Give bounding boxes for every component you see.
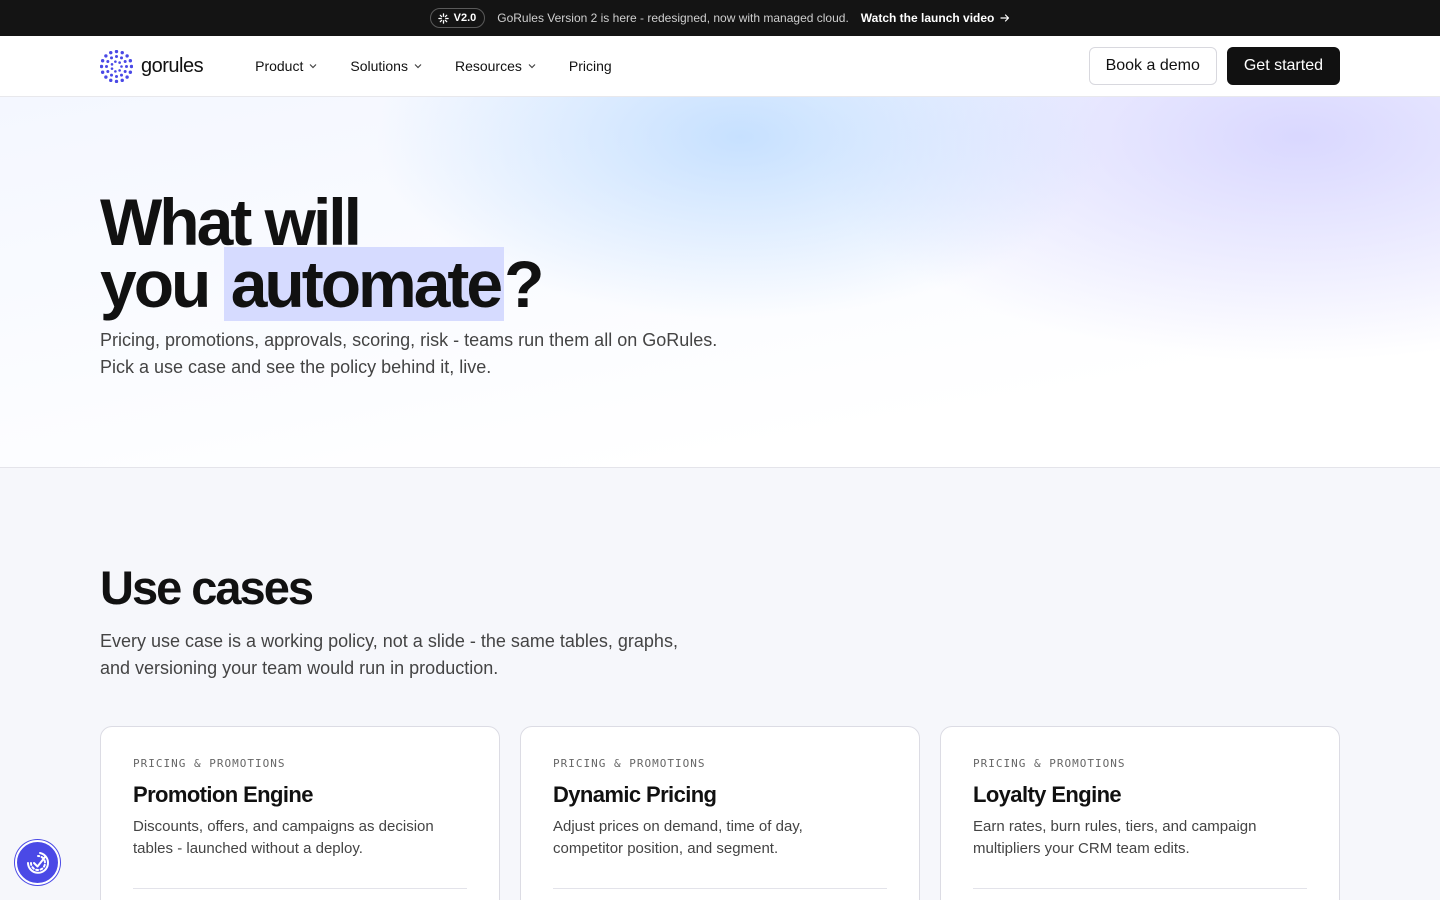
card-description-line1: Earn rates, burn rules, tiers, and campa… xyxy=(973,818,1257,835)
launch-video-link[interactable]: Watch the launch video xyxy=(861,11,1011,25)
logo-dot xyxy=(120,78,124,82)
logo[interactable]: gorules xyxy=(100,49,204,83)
logo-dot xyxy=(125,74,129,79)
logo-dot xyxy=(100,58,105,62)
logo-dot xyxy=(100,64,104,68)
use-case-card-promotion-engine[interactable]: PRICING & PROMOTIONS Promotion Engine Di… xyxy=(100,726,500,900)
chevron-down-icon xyxy=(528,64,536,69)
logo-dot xyxy=(120,55,123,59)
logo-dot xyxy=(123,69,127,73)
top-nav: gorules Product Solutions Resources Pric… xyxy=(0,36,1440,97)
use-cases-subtitle-line2: and versioning your team would run in pr… xyxy=(100,658,499,678)
logo-dot xyxy=(110,55,113,59)
card-description: Adjust prices on demand, time of day, co… xyxy=(553,816,887,860)
logo-dot xyxy=(106,69,110,73)
arrow-right-icon xyxy=(1000,14,1010,22)
logo-dot xyxy=(120,50,124,54)
logo-dot xyxy=(114,79,119,83)
logo-dot xyxy=(128,70,133,74)
logo-dot xyxy=(109,78,113,82)
logo-text: gorules xyxy=(141,54,204,77)
use-cases-subtitle: Every use case is a working policy, not … xyxy=(100,628,720,682)
use-cases-section: Use cases Every use case is a working po… xyxy=(0,468,1440,900)
card-divider xyxy=(553,888,887,889)
logo-dot xyxy=(110,73,113,77)
logo-dot xyxy=(104,74,108,79)
card-category: PRICING & PROMOTIONS xyxy=(973,757,1126,770)
logo-dot xyxy=(106,59,110,63)
logo-dot xyxy=(100,70,105,74)
logo-dot xyxy=(104,53,108,58)
hero-subtitle-line1: Pricing, promotions, approvals, scoring,… xyxy=(100,330,718,350)
logo-dot xyxy=(114,49,119,53)
card-title: Promotion Engine xyxy=(133,782,313,807)
logo-dot xyxy=(110,66,114,70)
accessibility-button[interactable] xyxy=(15,840,60,885)
card-description-line2: competitor position, and segment. xyxy=(553,840,779,857)
sparkle-icon xyxy=(437,12,449,24)
card-title: Loyalty Engine xyxy=(973,782,1122,807)
logo-dot xyxy=(105,64,108,68)
chevron-down-icon xyxy=(414,64,422,69)
accessibility-icon xyxy=(26,851,49,874)
use-case-card-loyalty-engine[interactable]: PRICING & PROMOTIONS Loyalty Engine Earn… xyxy=(940,726,1340,900)
chevron-down-icon xyxy=(309,64,317,69)
book-demo-button[interactable]: Book a demo xyxy=(1088,47,1217,85)
card-description-line1: Adjust prices on demand, time of day, xyxy=(553,818,803,835)
card-description-line2: multipliers your CRM team edits. xyxy=(973,840,1190,857)
hero-title-highlight: automate xyxy=(223,247,505,321)
card-description: Discounts, offers, and campaigns as deci… xyxy=(133,816,467,860)
launch-video-label: Watch the launch video xyxy=(860,11,995,25)
logo-dot xyxy=(110,62,114,66)
logo-dot xyxy=(118,60,121,64)
get-started-button[interactable]: Get started xyxy=(1226,47,1340,85)
hero-section: What will you automate? Pricing, promoti… xyxy=(0,97,1440,468)
hero-title-pre: you xyxy=(100,247,224,321)
logo-dot xyxy=(125,53,129,58)
use-cases-subtitle-line1: Every use case is a working policy, not … xyxy=(100,631,678,651)
card-category: PRICING & PROMOTIONS xyxy=(133,757,286,770)
nav-resources[interactable]: Resources xyxy=(455,58,553,74)
card-category: PRICING & PROMOTIONS xyxy=(553,757,706,770)
card-description: Earn rates, burn rules, tiers, and campa… xyxy=(973,816,1307,860)
version-badge-label: V2.0 xyxy=(453,12,477,24)
logo-dot xyxy=(115,74,118,78)
nav-product[interactable]: Product xyxy=(255,58,334,74)
announcement-bar: V2.0 GoRules Version 2 is here - redesig… xyxy=(0,0,1440,36)
hero-title-post: ? xyxy=(504,247,544,321)
hero-subtitle: Pricing, promotions, approvals, scoring,… xyxy=(100,327,740,381)
nav-actions: Book a demo Get started xyxy=(1088,47,1340,85)
logo-dot xyxy=(114,59,117,63)
use-case-cards: PRICING & PROMOTIONS Promotion Engine Di… xyxy=(100,726,1340,900)
use-case-card-dynamic-pricing[interactable]: PRICING & PROMOTIONS Dynamic Pricing Adj… xyxy=(520,726,920,900)
logo-dot xyxy=(128,58,133,62)
nav-resources-label: Resources xyxy=(454,58,522,74)
card-divider xyxy=(133,888,467,889)
logo-dot xyxy=(115,54,118,58)
logo-dot xyxy=(120,64,123,68)
nav-pricing[interactable]: Pricing xyxy=(569,58,628,74)
announcement-message: GoRules Version 2 is here - redesigned, … xyxy=(497,11,849,25)
nav-product-label: Product xyxy=(255,58,304,74)
hero-subtitle-line2: Pick a use case and see the policy behin… xyxy=(100,357,492,377)
card-title: Dynamic Pricing xyxy=(553,782,717,807)
hero-title: What will you automate? xyxy=(100,189,740,321)
main-menu: Product Solutions Resources Pricing xyxy=(255,58,644,74)
card-divider xyxy=(973,888,1307,889)
card-description-line2: tables - launched without a deploy. xyxy=(133,840,363,857)
use-cases-title: Use cases xyxy=(100,561,314,614)
logo-dot xyxy=(114,69,117,73)
gorules-logo-icon xyxy=(100,49,133,83)
logo-dot xyxy=(109,50,113,54)
logo-dot xyxy=(125,64,128,68)
hero-content: What will you automate? Pricing, promoti… xyxy=(100,189,740,381)
logo-dot xyxy=(118,68,121,72)
nav-solutions[interactable]: Solutions xyxy=(350,58,439,74)
logo-dot xyxy=(120,73,123,77)
version-badge: V2.0 xyxy=(429,8,486,28)
nav-solutions-label: Solutions xyxy=(350,58,408,74)
card-description-line1: Discounts, offers, and campaigns as deci… xyxy=(133,818,434,835)
logo-dot xyxy=(123,59,127,63)
logo-dot xyxy=(129,64,133,68)
